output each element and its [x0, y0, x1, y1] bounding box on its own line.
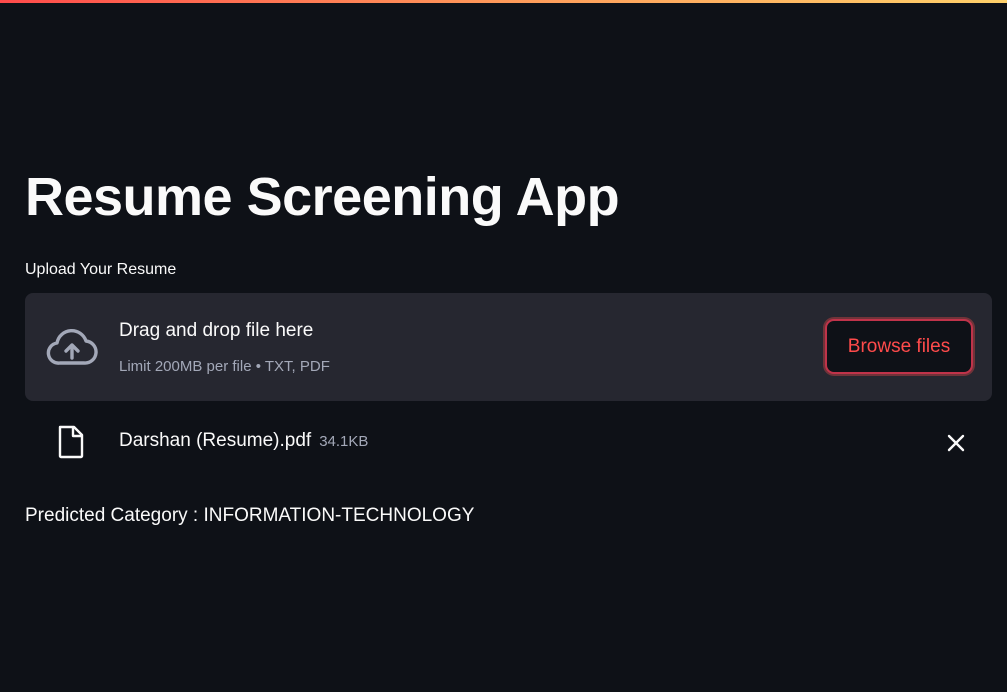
uploaded-file-name: Darshan (Resume).pdf	[119, 430, 312, 451]
predicted-category-text: Predicted Category : INFORMATION-TECHNOL…	[25, 505, 475, 526]
dropzone-limits: Limit 200MB per file • TXT, PDF	[119, 358, 330, 375]
remove-file-button[interactable]	[943, 430, 969, 456]
cloud-upload-icon	[46, 327, 98, 367]
browse-files-button[interactable]: Browse files	[825, 319, 973, 374]
header-decoration-bar	[0, 0, 1007, 3]
uploaded-file-size: 34.1KB	[319, 433, 369, 450]
dropzone-instructions: Drag and drop file here	[119, 320, 314, 341]
page-title: Resume Screening App	[25, 167, 620, 227]
file-dropzone[interactable]: Drag and drop file here Limit 200MB per …	[25, 293, 992, 401]
file-uploader-label: Upload Your Resume	[25, 261, 177, 278]
uploaded-file-item: Darshan (Resume).pdf 34.1KB	[25, 418, 992, 468]
close-icon	[943, 434, 969, 459]
file-icon	[57, 425, 85, 459]
